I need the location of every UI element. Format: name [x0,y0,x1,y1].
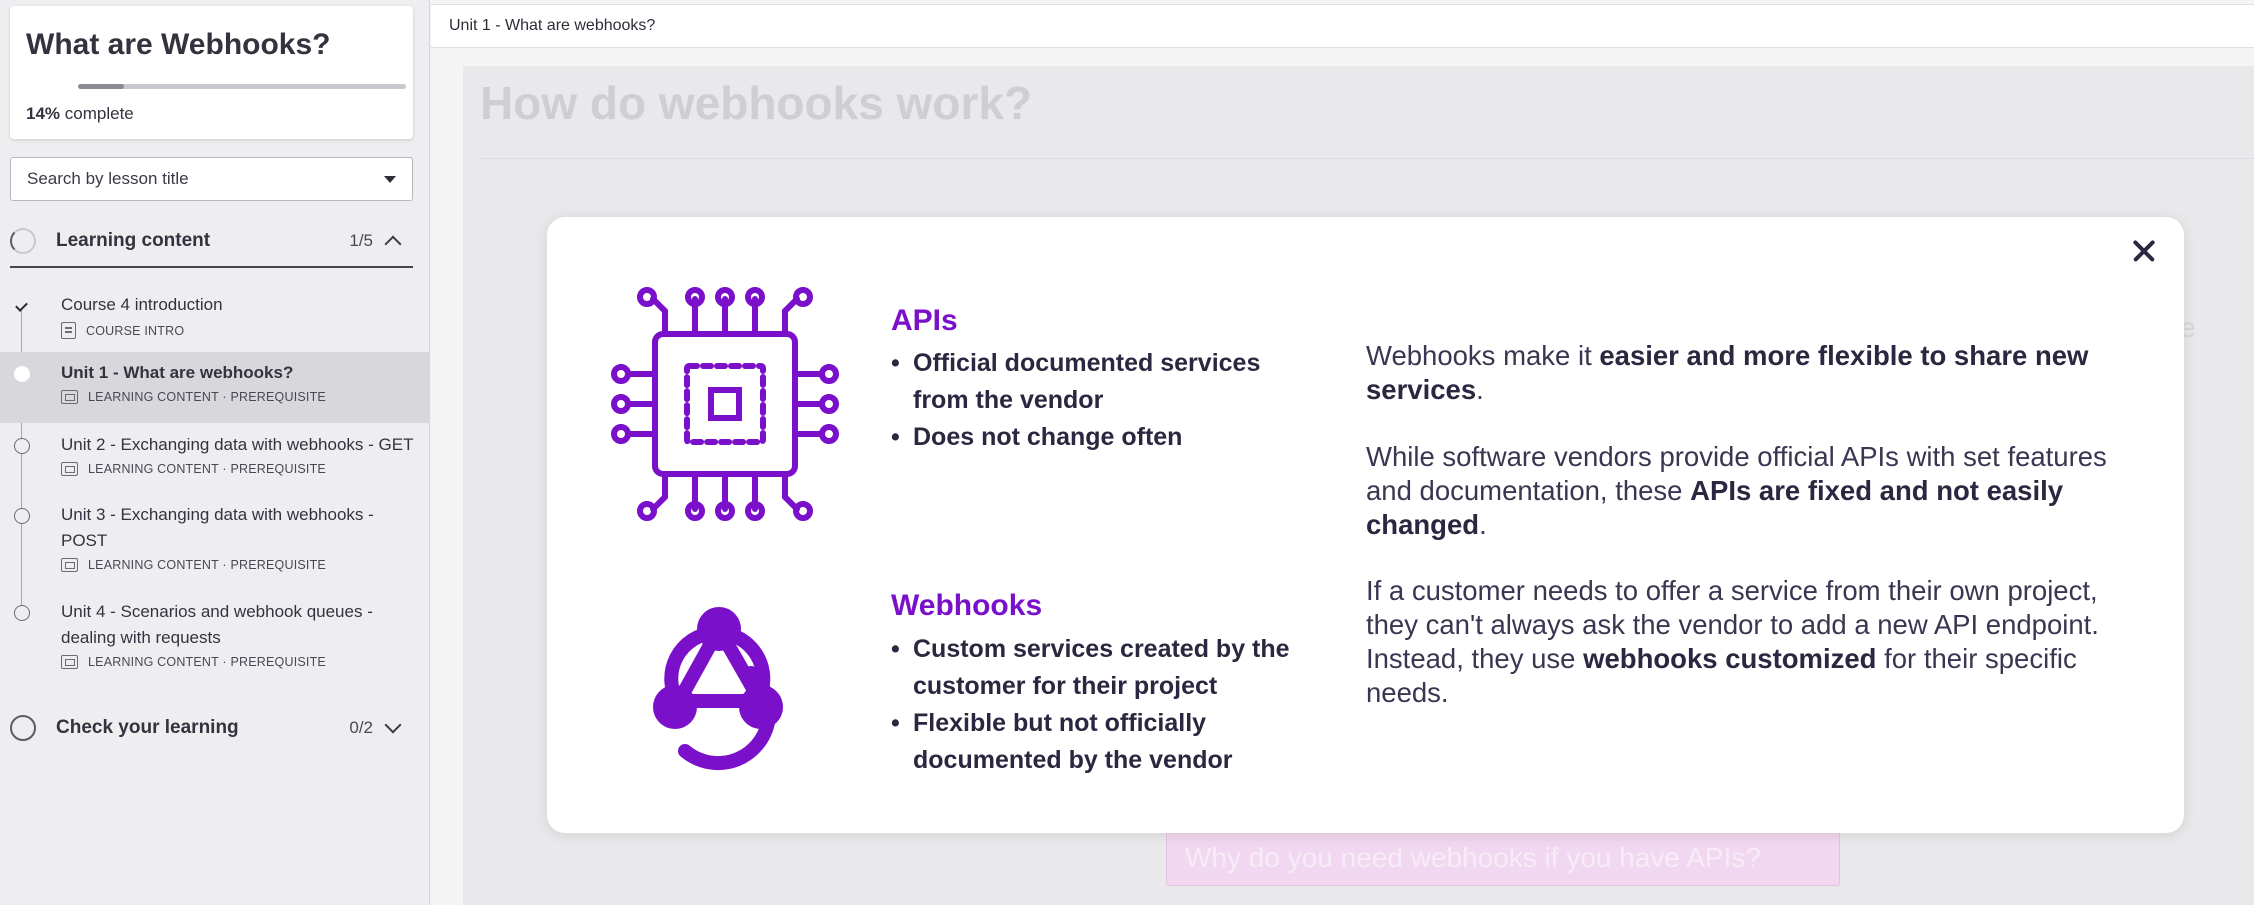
lesson-meta: LEARNING CONTENT · PREREQUISITE [61,462,416,476]
lesson-item-unit-3[interactable]: Unit 3 - Exchanging data with webhooks -… [0,493,430,590]
lesson-title: Unit 3 - Exchanging data with webhooks -… [61,505,374,550]
paragraph-text: . [1476,374,1484,405]
apis-title: APIs [891,304,958,337]
webhooks-bullet: Flexible but not officially documented b… [891,705,1291,779]
lesson-topbar: Unit 1 - What are webhooks? [431,4,2254,48]
course-sidebar: What are Webhooks? 14% complete Learning… [0,0,430,905]
progress-suffix: complete [64,104,134,123]
lesson-meta-text: LEARNING CONTENT · PREREQUISITE [88,558,326,572]
webhook-icon [653,607,783,771]
paragraph-text: . [1479,509,1487,540]
lesson-title: Unit 4 - Scenarios and webhook queues - … [61,602,373,647]
lesson-title: Course 4 introduction [61,295,223,314]
webhooks-title: Webhooks [891,589,1043,622]
page-title: How do webhooks work? [480,77,1033,129]
lesson-meta-text: LEARNING CONTENT · PREREQUISITE [88,462,326,476]
progress-percent: 14% [26,104,61,123]
apis-bullet: Official documented services from the ve… [891,345,1271,419]
webhooks-bullet: Custom services created by the customer … [891,631,1291,705]
check-icon [14,298,30,314]
description-paragraph: If a customer needs to offer a service f… [1366,574,2126,710]
section-count: 1/5 [349,231,373,250]
chevron-down-icon[interactable] [384,716,402,734]
title-divider [480,158,2254,159]
lesson-item-unit-1[interactable]: Unit 1 - What are webhooks? LEARNING CON… [0,352,430,423]
close-icon[interactable] [2124,231,2164,271]
slides-icon [61,462,78,476]
course-title: What are Webhooks? [26,28,331,61]
lesson-meta: LEARNING CONTENT · PREREQUISITE [61,655,416,669]
caret-down-icon[interactable] [384,175,396,183]
slides-icon [61,390,78,404]
slides-icon [61,655,78,669]
lesson-search[interactable] [10,157,413,201]
lesson-title: Unit 1 - What are webhooks? [61,363,294,382]
circuit-chip-icon [611,287,839,521]
lesson-meta-text: LEARNING CONTENT · PREREQUISITE [88,655,326,669]
lesson-item-unit-2[interactable]: Unit 2 - Exchanging data with webhooks -… [0,423,430,493]
lesson-meta: LEARNING CONTENT · PREREQUISITE [61,390,416,404]
section-label: Check your learning [56,717,239,738]
webhooks-bullet-list: Custom services created by the customer … [891,631,1291,779]
lesson-meta: COURSE INTRO [61,322,416,339]
section-count: 0/2 [349,718,373,737]
chevron-up-icon[interactable] [384,235,402,253]
breadcrumb: Unit 1 - What are webhooks? [449,17,656,34]
progress-text: 14% complete [26,104,134,124]
section-label: Learning content [56,230,211,251]
description-paragraph: Webhooks make it easier and more flexibl… [1366,339,2126,407]
lesson-item-unit-4[interactable]: Unit 4 - Scenarios and webhook queues - … [0,590,430,687]
section-progress-ring-icon [10,228,36,254]
lesson-meta: LEARNING CONTENT · PREREQUISITE [61,558,416,572]
paragraph-emphasis: webhooks customized [1583,643,1877,674]
paragraph-text: Webhooks make it [1366,340,1600,371]
empty-circle-icon [14,508,30,524]
lesson-title: Unit 2 - Exchanging data with webhooks -… [61,435,414,454]
lesson-meta-text: COURSE INTRO [86,323,185,338]
empty-circle-icon [14,438,30,454]
empty-circle-icon [14,605,30,621]
section-check-your-learning[interactable]: Check your learning 0/2 [10,702,413,754]
apis-bullet: Does not change often [891,419,1271,456]
progress-bar-fill [78,84,124,89]
document-icon [61,322,76,339]
progress-bar [78,84,406,89]
lesson-item-course-intro[interactable]: Course 4 introduction COURSE INTRO [0,282,430,352]
lesson-search-input[interactable] [27,169,384,189]
section-progress-ring-icon [10,715,36,741]
apis-bullet-list: Official documented services from the ve… [891,345,1271,456]
course-progress-card: What are Webhooks? 14% complete [10,6,413,139]
why-webhooks-button[interactable]: Why do you need webhooks if you have API… [1166,830,1840,886]
slides-icon [61,558,78,572]
current-lesson-icon [14,366,30,382]
description-paragraph: While software vendors provide official … [1366,440,2126,542]
info-modal: APIs Official documented services from t… [547,217,2184,833]
lesson-list: Course 4 introduction COURSE INTRO Unit … [0,282,430,687]
lesson-meta-text: LEARNING CONTENT · PREREQUISITE [88,390,326,404]
section-learning-content[interactable]: Learning content 1/5 [10,216,413,268]
